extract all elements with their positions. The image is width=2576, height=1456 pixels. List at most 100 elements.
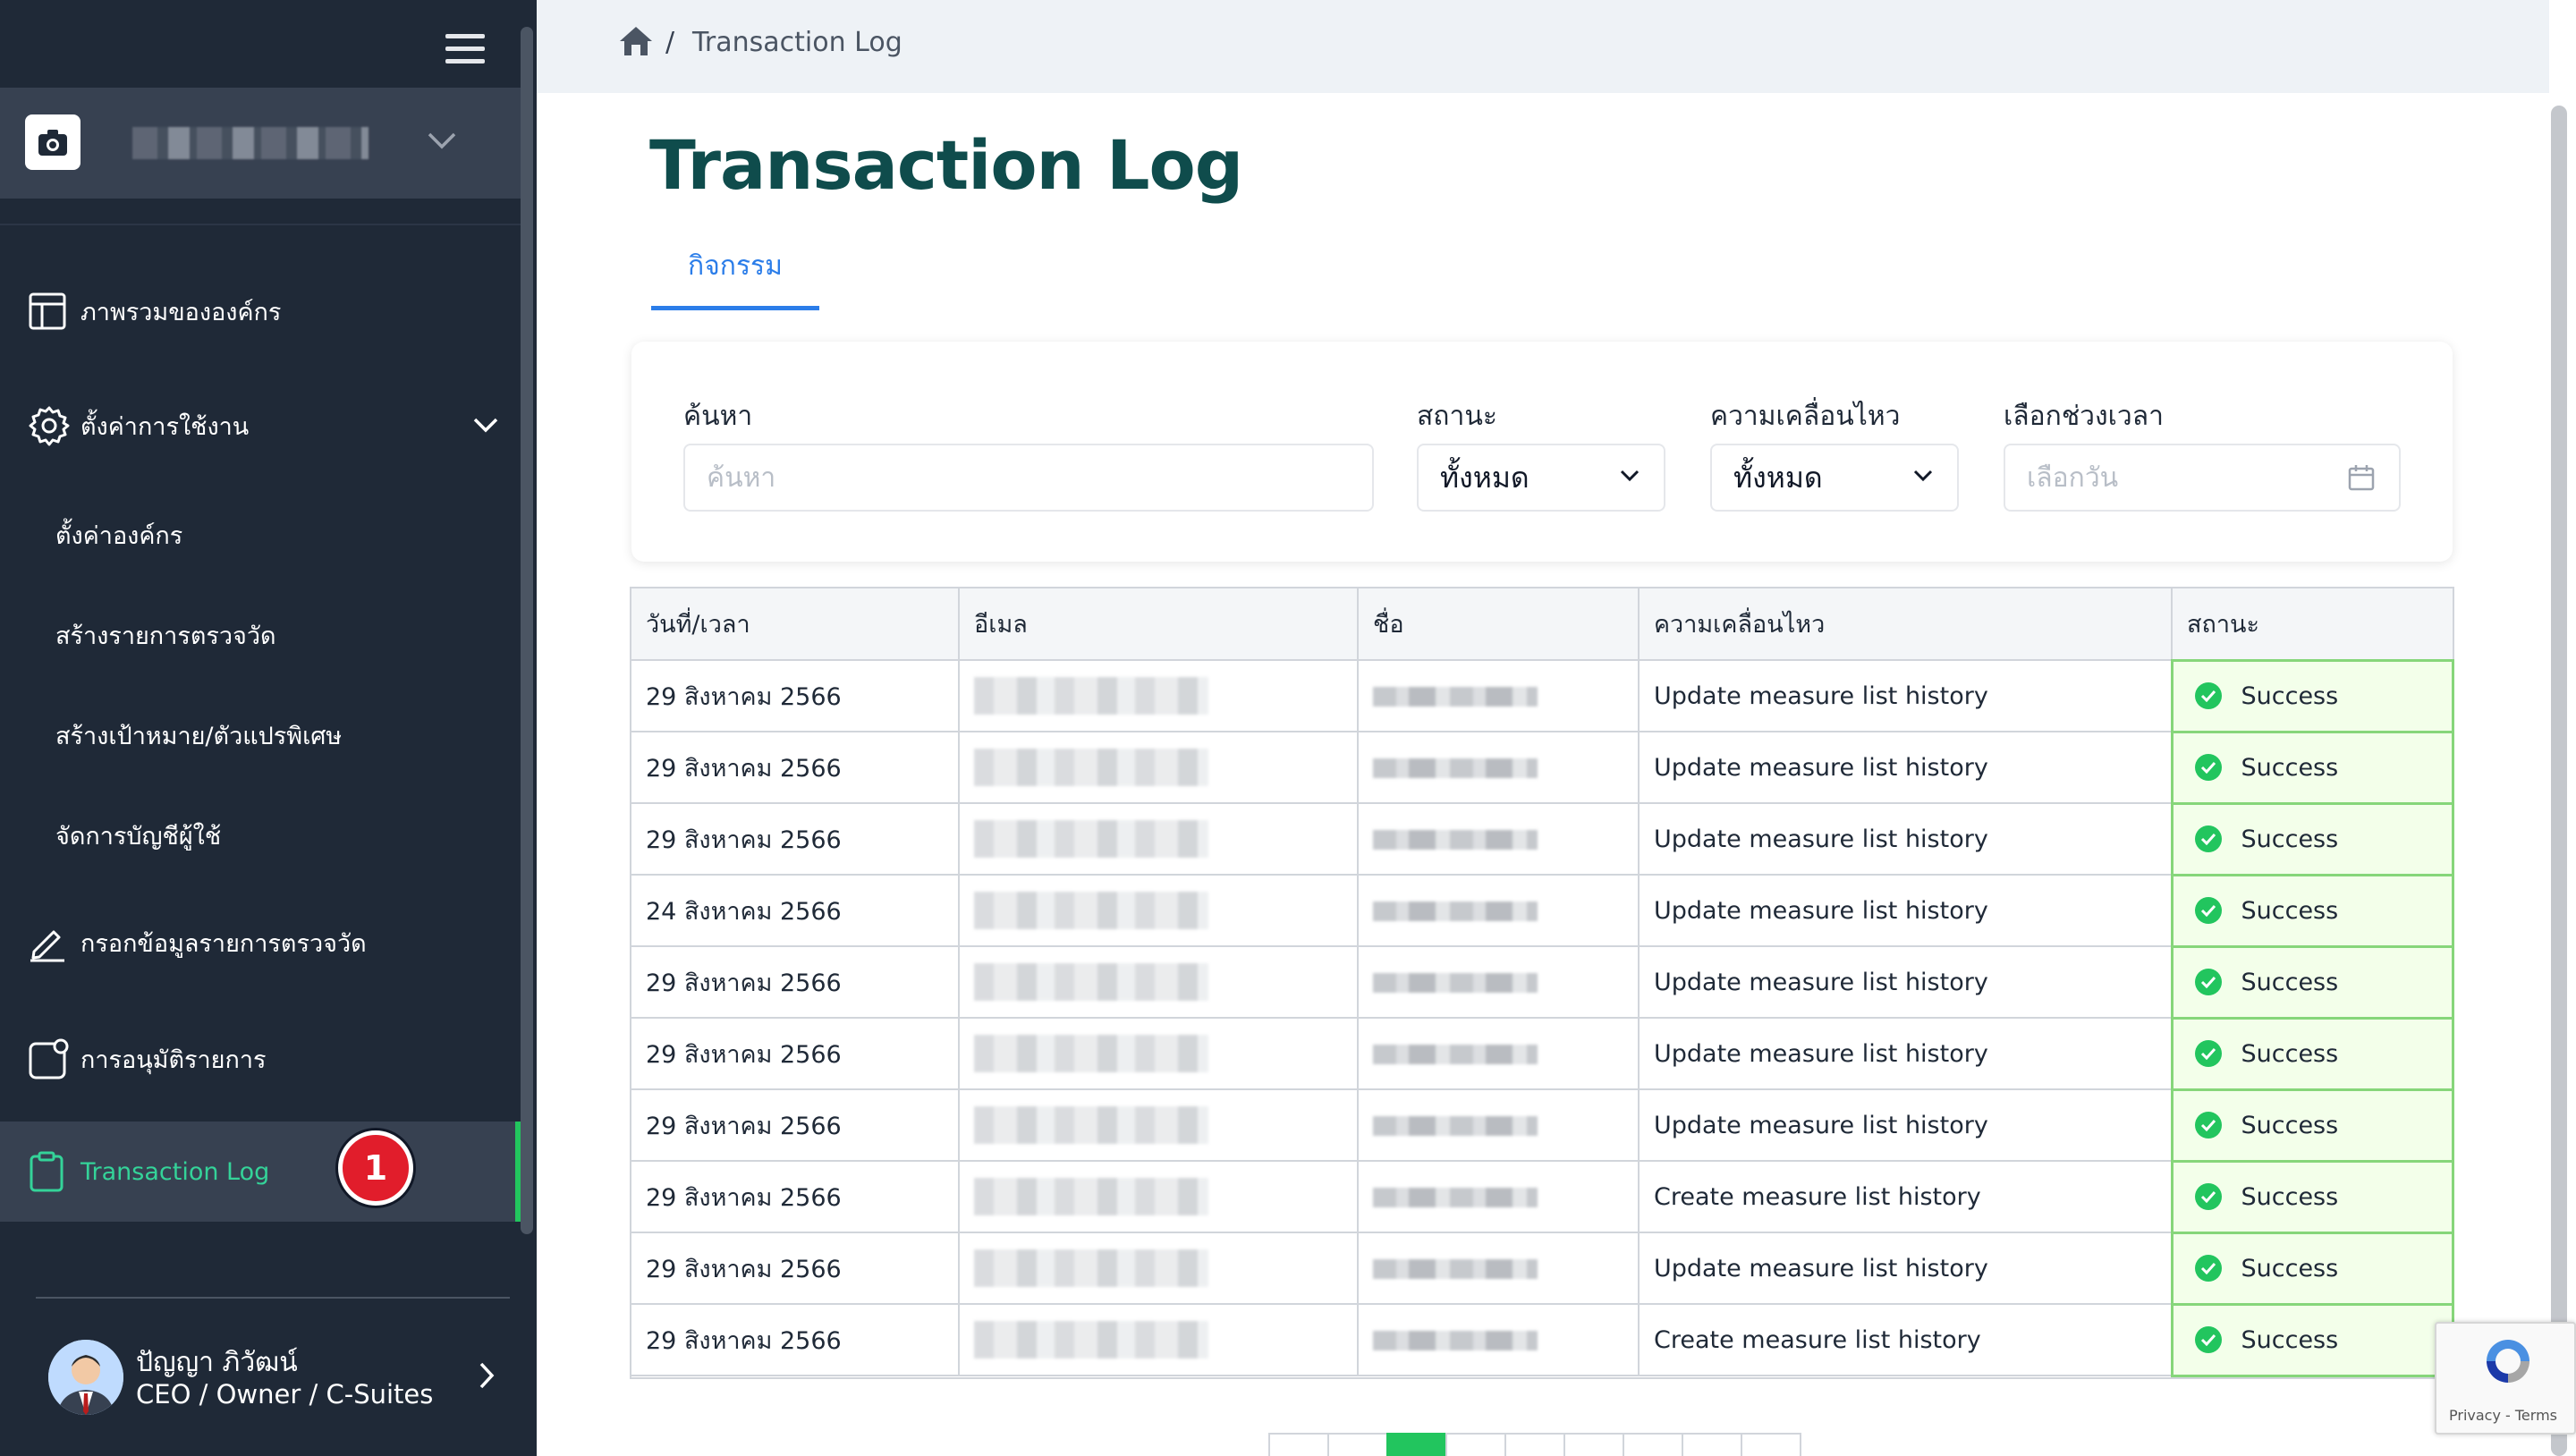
table-header-row: วันที่/เวลา อีเมล ชื่อ ความเคลื่อนไหว สถ… (631, 588, 2453, 661)
chevron-down-icon (473, 418, 498, 433)
redacted-name (1373, 1116, 1538, 1136)
page-scrollbar[interactable] (2551, 106, 2567, 1456)
table-row[interactable]: 29 สิงหาคม 2566 Update measure list hist… (631, 801, 2454, 876)
table-row[interactable]: 24 สิงหาคม 2566 Update measure list hist… (631, 873, 2454, 948)
redacted-email (974, 1249, 1208, 1287)
tab-activity[interactable]: กิจกรรม (651, 229, 819, 311)
table-row[interactable]: 29 สิงหาคม 2566 Create measure list hist… (631, 1302, 2454, 1377)
organization-name-redacted (132, 127, 369, 159)
chevron-down-icon (1913, 470, 1933, 482)
status-text: Success (2241, 1039, 2339, 1068)
cell-status: Success (2170, 1302, 2454, 1377)
sidebar-item-approval[interactable]: การอนุมัติรายการ (0, 1009, 515, 1109)
pagination-button[interactable] (1741, 1433, 1801, 1456)
column-header-email[interactable]: อีเมล (959, 588, 1359, 661)
sidebar-item-org-settings[interactable]: ตั้งค่าองค์กร (0, 485, 515, 585)
sidebar-item-manage-users[interactable]: จัดการบัญชีผู้ใช้ (0, 785, 515, 885)
organization-selector[interactable] (0, 88, 521, 199)
column-header-datetime[interactable]: วันที่/เวลา (631, 588, 960, 661)
search-input[interactable]: ค้นหา (683, 444, 1374, 512)
home-icon[interactable] (619, 25, 653, 57)
pagination-button[interactable] (1623, 1433, 1683, 1456)
pagination-button[interactable] (1563, 1433, 1624, 1456)
cell-status: Success (2170, 873, 2454, 948)
redacted-email (974, 677, 1208, 715)
table-row[interactable]: 29 สิงหาคม 2566 Create measure list hist… (631, 1159, 2454, 1234)
redacted-email (974, 892, 1208, 929)
cell-action: Update measure list history (1639, 803, 2173, 876)
cell-email (959, 1304, 1359, 1376)
movement-select[interactable]: ทั้งหมด (1710, 444, 1959, 512)
cell-date: 29 สิงหาคม 2566 (631, 1089, 960, 1162)
breadcrumb-current: Transaction Log (692, 27, 902, 58)
chevron-down-icon (428, 132, 456, 149)
approval-icon (29, 1038, 69, 1079)
column-header-name[interactable]: ชื่อ (1358, 588, 1640, 661)
status-text: Success (2241, 681, 2339, 710)
cell-name (1358, 803, 1640, 876)
sidebar-scrollbar[interactable] (521, 27, 533, 1234)
gear-icon (29, 406, 70, 446)
sidebar-item-label: สร้างเป้าหมาย/ตัวแปรพิเศษ (55, 722, 343, 750)
date-range-input[interactable]: เลือกวัน (2004, 444, 2401, 512)
pagination-button[interactable] (1445, 1433, 1506, 1456)
table-row[interactable]: 29 สิงหาคม 2566 Update measure list hist… (631, 1231, 2454, 1306)
status-text: Success (2241, 1254, 2339, 1282)
cell-name (1358, 1304, 1640, 1376)
recaptcha-badge[interactable]: Privacy - Terms (2435, 1322, 2576, 1435)
column-header-status[interactable]: สถานะ (2172, 588, 2453, 661)
table-row[interactable]: 29 สิงหาคม 2566 Update measure list hist… (631, 658, 2454, 733)
search-placeholder: ค้นหา (707, 461, 776, 494)
filter-panel: ค้นหา ค้นหา สถานะ ทั้งหมด ความเคลื่อนไหว… (631, 342, 2453, 562)
cell-date: 29 สิงหาคม 2566 (631, 660, 960, 732)
cell-status: Success (2170, 1016, 2454, 1091)
breadcrumb: / Transaction Log (537, 0, 2549, 93)
sidebar-divider (0, 224, 521, 225)
sidebar-item-label: สร้างรายการตรวจวัด (55, 622, 276, 650)
redacted-email (974, 749, 1208, 786)
cell-email (959, 1161, 1359, 1233)
table-row[interactable]: 29 สิงหาคม 2566 Update measure list hist… (631, 730, 2454, 805)
table-row[interactable]: 29 สิงหาคม 2566 Update measure list hist… (631, 1088, 2454, 1163)
pencil-icon (30, 930, 64, 962)
cell-action: Update measure list history (1639, 1089, 2173, 1162)
cell-action: Update measure list history (1639, 660, 2173, 732)
pagination-button[interactable] (1682, 1433, 1742, 1456)
sidebar-item-transaction-log[interactable]: Transaction Log (0, 1122, 515, 1222)
sidebar-item-data-entry[interactable]: กรอกข้อมูลรายการตรวจวัด (0, 893, 515, 993)
sidebar-item-create-measure[interactable]: สร้างรายการตรวจวัด (0, 585, 515, 685)
cell-status: Success (2170, 730, 2454, 805)
chevron-right-icon (479, 1362, 495, 1389)
menu-toggle-icon[interactable] (445, 34, 485, 64)
sidebar: ภาพรวมขององค์กร ตั้งค่าการใช้งาน ตั้งค่า… (0, 0, 537, 1456)
table-row[interactable]: 29 สิงหาคม 2566 Update measure list hist… (631, 1016, 2454, 1091)
sidebar-item-settings[interactable]: ตั้งค่าการใช้งาน (0, 376, 515, 476)
redacted-email (974, 1178, 1208, 1215)
cell-action: Create measure list history (1639, 1304, 2173, 1376)
column-header-action[interactable]: ความเคลื่อนไหว (1639, 588, 2173, 661)
sidebar-item-create-target[interactable]: สร้างเป้าหมาย/ตัวแปรพิเศษ (0, 685, 515, 785)
cell-name (1358, 875, 1640, 947)
step-badge: 1 (338, 1130, 413, 1206)
recaptcha-links[interactable]: Privacy - Terms (2449, 1407, 2557, 1424)
cell-email (959, 1089, 1359, 1162)
transaction-table: วันที่/เวลา อีเมล ชื่อ ความเคลื่อนไหว สถ… (630, 587, 2454, 1379)
user-profile[interactable]: ปัญญา ภิวัฒน์ CEO / Owner / C-Suites (0, 1315, 521, 1440)
pagination-button[interactable] (1327, 1433, 1388, 1456)
status-text: Success (2241, 1182, 2339, 1211)
redacted-email (974, 1321, 1208, 1359)
cell-date: 29 สิงหาคม 2566 (631, 732, 960, 804)
movement-select-value: ทั้งหมด (1733, 460, 1823, 495)
status-text: Success (2241, 1325, 2339, 1354)
table-row[interactable]: 29 สิงหาคม 2566 Update measure list hist… (631, 944, 2454, 1020)
pagination-button[interactable] (1268, 1433, 1329, 1456)
sidebar-item-overview[interactable]: ภาพรวมขององค์กร (0, 261, 515, 361)
user-role: CEO / Owner / C-Suites (136, 1379, 434, 1409)
redacted-name (1373, 902, 1538, 921)
pagination-button[interactable] (1504, 1433, 1565, 1456)
redacted-name (1373, 1045, 1538, 1064)
status-select[interactable]: ทั้งหมด (1417, 444, 1665, 512)
redacted-email (974, 963, 1208, 1001)
calendar-icon[interactable] (2347, 463, 2376, 492)
pagination-button-active[interactable] (1386, 1433, 1447, 1456)
